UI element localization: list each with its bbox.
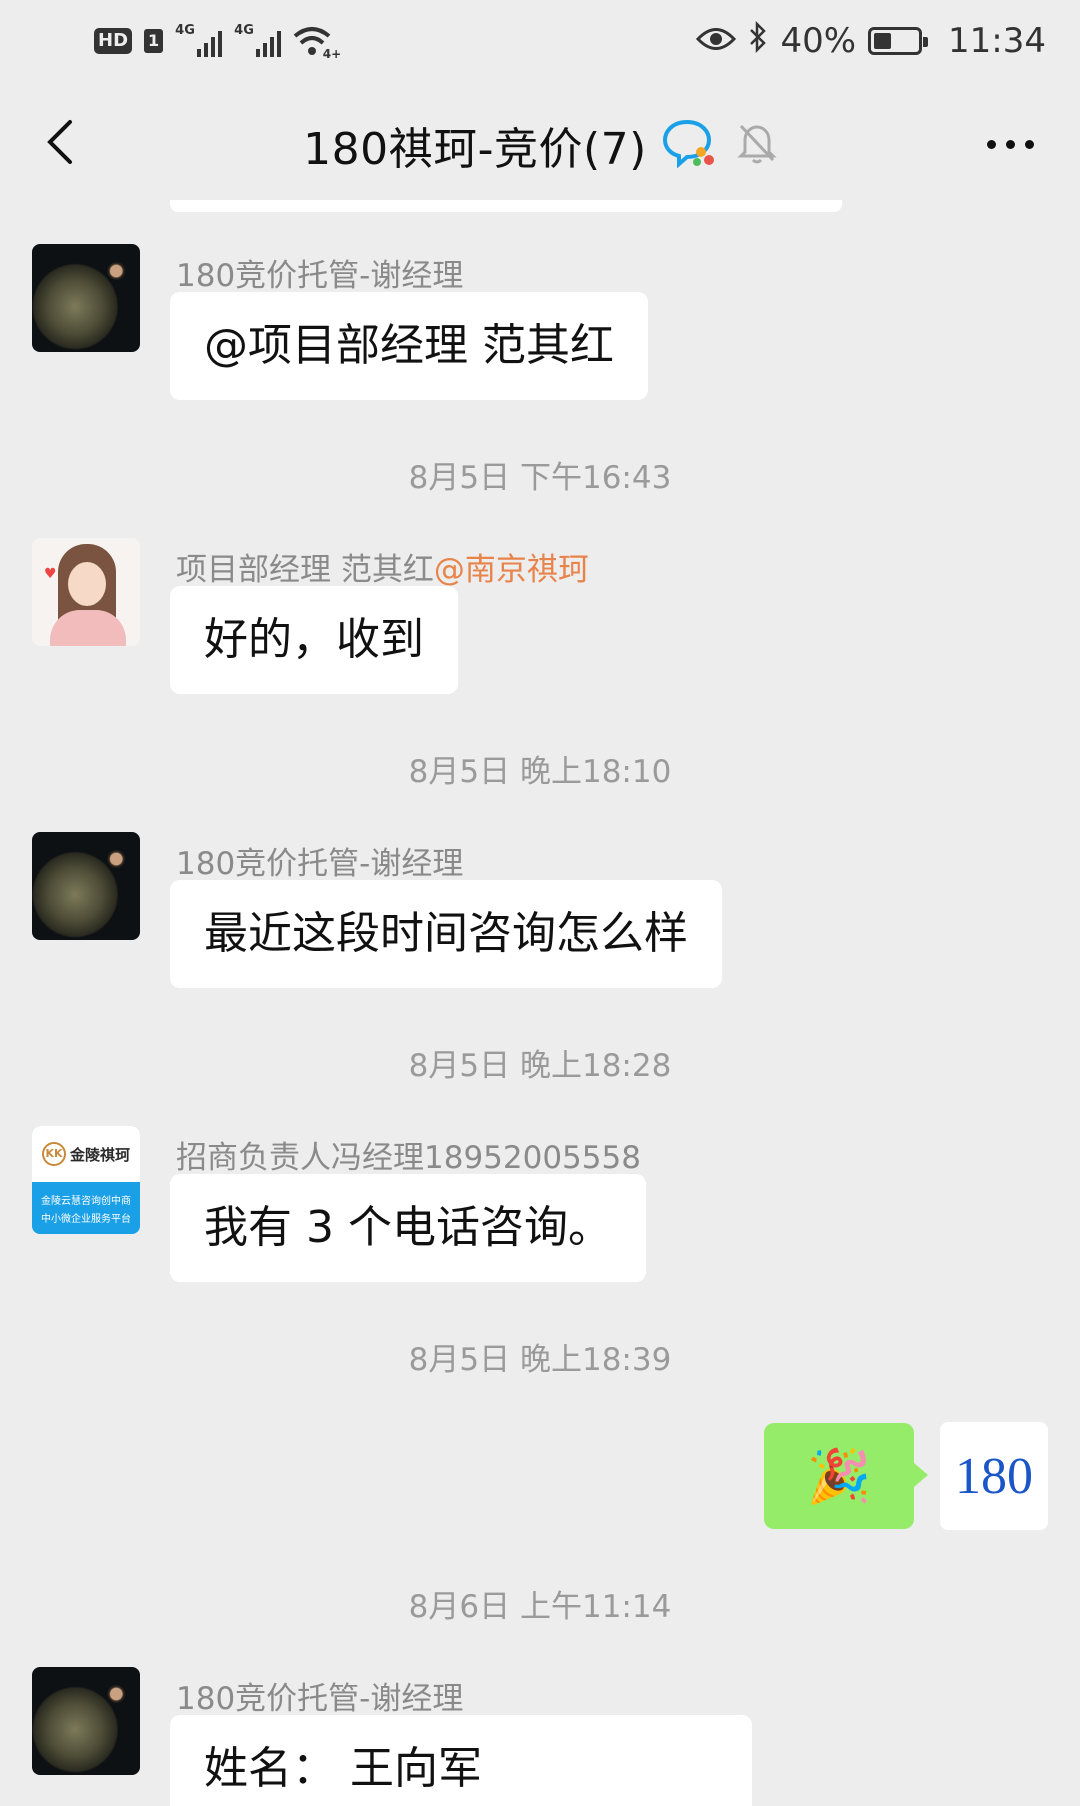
party-popper-icon: 🎉 <box>806 1446 872 1507</box>
timestamp: 8月5日 晚上18:39 <box>408 1342 672 1378</box>
timestamp: 8月6日 上午11:14 <box>408 1589 672 1625</box>
sender-name: 180竞价托管-谢经理 <box>176 258 464 294</box>
battery-percent: 40% <box>780 21 857 61</box>
girl-avatar[interactable]: ♥ <box>32 538 140 646</box>
self-message-row: 🎉 180 <box>764 1422 1048 1530</box>
sticker-bubble[interactable]: 🎉 <box>764 1423 928 1529</box>
logo-line: 金陵云慧咨询创中商 <box>41 1196 131 1207</box>
sender-name: 项目部经理 范其红@南京祺珂 <box>176 544 589 589</box>
logo-text: 金陵祺珂 <box>69 1145 130 1164</box>
chevron-left-icon <box>47 120 72 164</box>
message-bubble[interactable]: @项目部经理 范其红 <box>170 292 648 400</box>
sender-org: @南京祺珂 <box>433 552 589 588</box>
wifi-tag: 4+ <box>322 47 342 61</box>
sender-name: 180竞价托管-谢经理 <box>176 1681 464 1717</box>
company-logo-avatar[interactable]: KK 金陵祺珂 金陵云慧咨询创中商 中小微企业服务平台 <box>32 1126 140 1234</box>
dot <box>986 139 996 149</box>
dot <box>1024 139 1034 149</box>
hd-icon: HD <box>94 28 133 54</box>
network-type-label: 4G <box>234 23 254 38</box>
network-type-label: 4G <box>175 23 195 38</box>
sender-name: 180竞价托管-谢经理 <box>176 846 464 882</box>
previous-bubble-edge <box>170 200 842 212</box>
more-options-button[interactable] <box>970 112 1050 176</box>
eye-icon <box>696 21 737 61</box>
sender-name-text: 项目部经理 范其红 <box>176 552 434 588</box>
message-bubble[interactable]: 姓名： 王向军 <box>170 1715 752 1806</box>
battery-icon <box>868 27 929 55</box>
message-bubble[interactable]: 我有 3 个电话咨询。 <box>170 1174 646 1282</box>
chat-title[interactable]: 180祺珂-竞价(7) <box>303 113 647 177</box>
self-avatar[interactable]: 180 <box>940 1422 1048 1530</box>
message-bubble[interactable]: 最近这段时间咨询怎么样 <box>170 880 722 988</box>
bluetooth-icon <box>748 20 768 62</box>
logo-line: 中小微企业服务平台 <box>41 1214 131 1225</box>
sender-name: 招商负责人冯经理18952005558 <box>176 1140 641 1176</box>
planet-avatar[interactable] <box>32 1667 140 1775</box>
sim-icon: 1 <box>144 29 164 53</box>
message-bubble[interactable]: 好的，收到 <box>170 586 458 694</box>
planet-avatar[interactable] <box>32 244 140 352</box>
clock: 11:34 <box>948 21 1046 61</box>
planet-avatar[interactable] <box>32 832 140 940</box>
back-button[interactable] <box>28 110 92 174</box>
title-wrap: 180祺珂-竞价(7) <box>303 113 777 177</box>
timestamp: 8月5日 晚上18:10 <box>408 754 672 790</box>
signal-icon: 4G <box>234 23 282 57</box>
status-bar: HD 1 4G 4G 4+ 40% 11:34 <box>0 0 1080 82</box>
timestamp: 8月5日 下午16:43 <box>408 460 672 496</box>
dot <box>1005 139 1015 149</box>
signal-icon: 4G <box>175 23 223 57</box>
timestamp: 8月5日 晚上18:28 <box>408 1048 672 1084</box>
mute-bell-icon <box>737 122 777 168</box>
status-left: HD 1 4G 4G 4+ <box>94 23 341 61</box>
status-right: 40% 11:34 <box>696 20 1046 62</box>
chat-header: 180祺珂-竞价(7) <box>0 82 1080 207</box>
logo-mark: KK <box>41 1142 66 1166</box>
group-chat-icon <box>661 118 717 172</box>
wifi-icon: 4+ <box>293 25 341 61</box>
